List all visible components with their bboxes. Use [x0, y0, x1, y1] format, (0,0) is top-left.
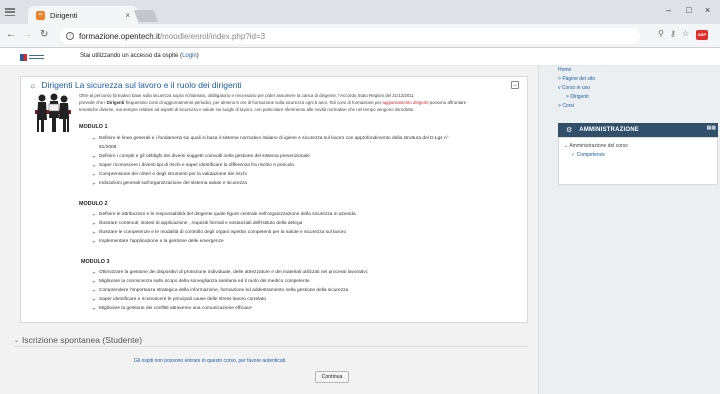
url-host: formazione.opentech.it — [79, 31, 160, 41]
administration-block: ⌄ Amministrazione del corso ✓ Competenze — [558, 137, 718, 185]
minimize-button[interactable]: – — [666, 5, 671, 15]
browser-tab[interactable]: •• Dirigenti × — [28, 6, 138, 24]
new-tab-button[interactable] — [133, 10, 159, 22]
bookmark-star-icon[interactable]: ☆ — [682, 29, 689, 38]
browser-toolbar: ← → ↻ i formazione.opentech.it /moodle/e… — [0, 24, 720, 48]
site-header: ▬▬▬▬▬ ▬▬▬▬▬ Stai utilizzando un accesso d… — [0, 48, 720, 66]
tab-title: Dirigenti — [50, 10, 78, 20]
list-item: Comprensione dei criteri e degli strumen… — [92, 170, 449, 179]
maximize-button[interactable]: □ — [686, 5, 691, 15]
gear-icon: ⚙ — [566, 127, 573, 134]
intro-line-3: tematiche diverse, ma sempre relative ad… — [79, 107, 415, 112]
list-item: Indicazioni generali sull'organizzazione… — [92, 179, 449, 188]
login-link[interactable]: Login — [182, 53, 197, 59]
nav-item-dirigenti[interactable]: > Dirigenti — [558, 93, 595, 102]
course-card: ☼ Dirigenti La sicurezza sul lavoro e il… — [20, 76, 528, 323]
nav-item-home[interactable]: Home — [558, 66, 595, 75]
enrol-section-heading[interactable]: ⌄ Iscrizione spontanea (Studente) — [14, 335, 142, 345]
dock-block-icon[interactable]: ▦▦ — [707, 125, 716, 131]
enrol-section-title: Iscrizione spontanea (Studente) — [22, 335, 143, 345]
key-icon[interactable]: ⚷ — [670, 29, 676, 38]
section-divider — [14, 346, 528, 347]
tab-close-icon[interactable]: × — [125, 11, 130, 20]
adblock-extension-icon[interactable]: ABP — [696, 30, 708, 40]
list-item: Definire i compiti e gli obblighi dei di… — [92, 152, 449, 161]
intro-line-1: Oltre al percorso formativo base sulla s… — [79, 93, 414, 98]
site-info-icon[interactable]: i — [66, 32, 74, 40]
module-2-title: MODULO 2 — [79, 201, 108, 207]
list-item: Comprendere l'importanza strategica dell… — [92, 286, 368, 295]
right-sidebar — [538, 66, 720, 394]
competencies-link[interactable]: ✓ Competenze — [571, 152, 605, 158]
guest-text-close: ) — [196, 53, 199, 59]
nav-item-current-course[interactable]: v Corso in uso — [558, 84, 595, 93]
favicon-icon: •• — [36, 10, 45, 20]
guest-text: Stai utilizzando un accesso da ospite ( — [80, 53, 183, 59]
lightbulb-icon: ☼ — [29, 80, 37, 90]
module-2-list: Definire le attribuzioni e le responsabi… — [92, 210, 356, 246]
nav-item-site-pages[interactable]: > Pagine del sito — [558, 75, 595, 84]
list-item: Illustrare contenuti, isotesi di applica… — [92, 219, 356, 228]
module-1-list: Definire le linee generali e i fondament… — [92, 134, 449, 188]
forward-arrow-icon[interactable]: → — [22, 29, 32, 40]
url-path: /moodle/enrol/index.php?id=3 — [159, 31, 266, 41]
browser-tab-strip: •• Dirigenti × – □ × — [0, 0, 720, 24]
reload-icon[interactable]: ↻ — [40, 29, 48, 40]
nav-item-courses[interactable]: > Corsi — [558, 102, 595, 111]
module-3-title: MODULO 3 — [81, 259, 110, 265]
navigation-block: Home > Pagine del sito v Corso in uso > … — [558, 66, 595, 111]
list-item: Ottimizzare la gestione dei dispositivi … — [92, 268, 368, 277]
list-item: Definire le attribuzioni e le responsabi… — [92, 210, 356, 219]
intro-line-2: prevede che i Dirigenti frequentino cors… — [79, 100, 467, 105]
logo-flag-icon — [20, 53, 27, 61]
course-description: Oltre al percorso formativo base sulla s… — [79, 92, 519, 113]
course-administration-item[interactable]: ⌄ Amministrazione del corso — [564, 143, 628, 149]
administration-title: AMMINISTRAZIONE — [579, 127, 639, 133]
module-1-title: MODULO 1 — [79, 124, 108, 130]
list-item: Implementare l'applicazione e la gestion… — [92, 237, 356, 246]
guest-notice: Stai utilizzando un accesso da ospite (L… — [80, 53, 199, 59]
site-logo[interactable]: ▬▬▬▬▬ ▬▬▬▬▬ — [20, 52, 75, 62]
course-title[interactable]: Dirigenti La sicurezza sul lavoro e il r… — [41, 80, 241, 90]
guest-access-message: Gli ospiti non possono entrare in questo… — [134, 358, 287, 364]
list-item: Illustrare le competenze e le modalità d… — [92, 228, 356, 237]
app-menu-icon[interactable] — [4, 6, 16, 18]
enter-course-icon[interactable]: → — [511, 81, 519, 89]
administration-block-header: ⚙ AMMINISTRAZIONE ▦▦ — [558, 123, 718, 137]
list-item: Migliorare la conoscenza sullo scopo del… — [92, 277, 368, 286]
close-window-button[interactable]: × — [705, 5, 710, 15]
continue-button[interactable]: Continua — [315, 371, 349, 383]
workers-illustration — [35, 93, 71, 132]
search-icon[interactable]: ⚲ — [658, 29, 664, 38]
list-item: Saper riconoscere i diversi tipi di risc… — [92, 161, 449, 170]
list-item: Definire le linee generali e i fondament… — [92, 134, 449, 143]
list-item-continuation: 81/2008 — [99, 145, 117, 150]
course-heading: ☼ Dirigenti La sicurezza sul lavoro e il… — [29, 80, 242, 90]
list-item: Migliorare la gestione dei conflitti att… — [92, 304, 368, 313]
chevron-down-icon: ⌄ — [14, 337, 20, 344]
module-3-list: Ottimizzare la gestione dei dispositivi … — [92, 268, 368, 313]
logo-text: ▬▬▬▬▬ ▬▬▬▬▬ — [29, 52, 44, 60]
address-bar[interactable]: i formazione.opentech.it /moodle/enrol/i… — [60, 28, 640, 44]
list-item: Saper identificare e riconoscere le prin… — [92, 295, 368, 304]
back-arrow-icon[interactable]: ← — [6, 29, 16, 40]
